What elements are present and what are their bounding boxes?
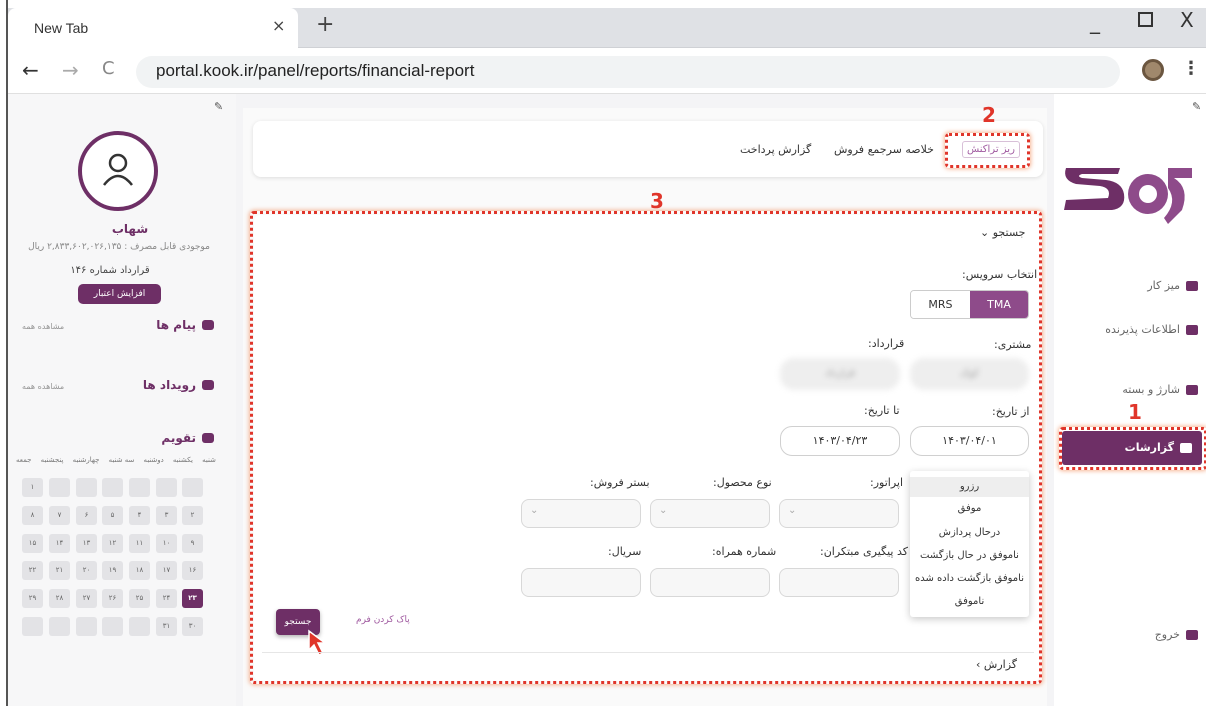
- nav-label: خروج: [1154, 628, 1180, 641]
- url-text[interactable]: portal.kook.ir/panel/reports/financial-r…: [156, 61, 474, 81]
- messages-title: پیام ها: [156, 318, 196, 332]
- annotation-number-1: 1: [1128, 400, 1142, 424]
- calendar-day[interactable]: ۴: [129, 506, 150, 525]
- calendar-day[interactable]: ۲: [182, 506, 203, 525]
- merchant-icon: [1186, 325, 1198, 335]
- window-close-icon[interactable]: X: [1180, 8, 1194, 32]
- calendar-day[interactable]: ۲۵: [129, 589, 150, 608]
- user-avatar-icon: [78, 131, 158, 211]
- increase-credit-button[interactable]: افزایش اعتبار: [78, 284, 161, 304]
- calendar-day[interactable]: ۳۰: [182, 617, 203, 636]
- calendar-day[interactable]: ۲۸: [49, 589, 70, 608]
- tab-payment-report[interactable]: گزارش پرداخت: [740, 143, 811, 156]
- calendar-day[interactable]: ۷: [49, 506, 70, 525]
- messages-see-all-link[interactable]: مشاهده همه: [22, 322, 64, 331]
- calendar-day[interactable]: [76, 617, 97, 636]
- weekday: شنبه: [202, 456, 216, 464]
- calendar-day[interactable]: ۳: [156, 506, 177, 525]
- logout-icon: [1186, 630, 1198, 640]
- contract-link[interactable]: قرارداد شماره ۱۴۶: [50, 265, 170, 276]
- user-name: شهاب: [111, 222, 149, 236]
- forward-icon[interactable]: →: [62, 58, 79, 82]
- calendar-day[interactable]: ۱۸: [129, 561, 150, 580]
- calendar-day[interactable]: [76, 478, 97, 497]
- calendar-day[interactable]: ۱۵: [22, 534, 43, 553]
- calendar-day[interactable]: ۲۳: [182, 589, 203, 608]
- calendar-day[interactable]: [182, 478, 203, 497]
- calendar-day[interactable]: ۳۱: [156, 617, 177, 636]
- annotation-box-3: [250, 211, 1042, 684]
- calendar-day[interactable]: ۲۴: [156, 589, 177, 608]
- weekday: پنجشنبه: [40, 456, 64, 464]
- calendar-day[interactable]: ۵: [102, 506, 123, 525]
- calendar-day[interactable]: [102, 617, 123, 636]
- calendar-day[interactable]: [129, 478, 150, 497]
- calendar-day[interactable]: ۱۰: [156, 534, 177, 553]
- calendar-day[interactable]: ۱: [22, 478, 43, 497]
- messages-icon: [202, 320, 214, 330]
- tab-close-icon[interactable]: ×: [272, 16, 285, 35]
- pin-icon[interactable]: ✎: [1192, 100, 1201, 113]
- events-bell-icon: [202, 380, 214, 390]
- calendar-day[interactable]: ۲۶: [102, 589, 123, 608]
- events-see-all-link[interactable]: مشاهده همه: [22, 382, 64, 391]
- calendar-day[interactable]: ۲۲: [22, 561, 43, 580]
- annotation-box-2: [945, 133, 1030, 168]
- balance-text: موجودی قابل مصرف : ۲,۸۳۳,۶۰۲,۰۲۶,۱۳۵ ریا…: [28, 242, 210, 252]
- calendar-day[interactable]: ۶: [76, 506, 97, 525]
- nav-charge-package[interactable]: شارژ و بسته: [1058, 383, 1198, 396]
- calendar-day[interactable]: [22, 617, 43, 636]
- calendar-day[interactable]: [156, 478, 177, 497]
- browser-menu-icon[interactable]: ⋮: [1182, 58, 1200, 79]
- calendar-day[interactable]: [49, 478, 70, 497]
- window-maximize-icon[interactable]: [1138, 12, 1153, 27]
- events-title: رویداد ها: [142, 378, 196, 392]
- weekday: جمعه: [16, 456, 32, 464]
- dashboard-icon: [1186, 281, 1198, 291]
- calendar-day[interactable]: ۱۷: [156, 561, 177, 580]
- nav-logout[interactable]: خروج: [1058, 628, 1198, 641]
- back-icon[interactable]: ←: [22, 58, 39, 82]
- calendar-day[interactable]: ۱۱: [129, 534, 150, 553]
- nav-label: شارژ و بسته: [1122, 383, 1180, 396]
- calendar-day[interactable]: ۱۲: [102, 534, 123, 553]
- window-border: [0, 0, 8, 706]
- reload-icon[interactable]: C: [102, 58, 115, 79]
- calendar-day[interactable]: ۱۳: [76, 534, 97, 553]
- calendar-weekdays: شنبه یکشنبه دوشنبه سه شنبه چهارشنبه پنجش…: [16, 456, 216, 464]
- calendar-day[interactable]: [129, 617, 150, 636]
- calendar-day[interactable]: ۲۷: [76, 589, 97, 608]
- weekday: دوشنبه: [143, 456, 164, 464]
- weekday: سه شنبه: [108, 456, 135, 464]
- calendar-day[interactable]: ۱۹: [102, 561, 123, 580]
- calendar-day[interactable]: ۱۴: [49, 534, 70, 553]
- nav-label: میز کار: [1147, 279, 1180, 292]
- calendar-day[interactable]: [49, 617, 70, 636]
- brand-logo: [1060, 158, 1196, 230]
- calendar-title: تقویم: [161, 431, 196, 445]
- calendar-icon: [202, 433, 214, 443]
- weekday: یکشنبه: [172, 456, 193, 464]
- calendar-day[interactable]: ۲۰: [76, 561, 97, 580]
- charge-icon: [1186, 385, 1198, 395]
- tab-sales-summary[interactable]: خلاصه سرجمع فروش: [834, 143, 934, 156]
- nav-dashboard[interactable]: میز کار: [1058, 279, 1198, 292]
- calendar-day[interactable]: ۸: [22, 506, 43, 525]
- nav-merchant-info[interactable]: اطلاعات پذیرنده: [1058, 323, 1198, 336]
- calendar-day[interactable]: ۱۶: [182, 561, 203, 580]
- profile-avatar-icon[interactable]: [1142, 59, 1164, 81]
- calendar-day[interactable]: ۲۹: [22, 589, 43, 608]
- nav-label: اطلاعات پذیرنده: [1105, 323, 1180, 336]
- pin-icon[interactable]: ✎: [214, 100, 223, 113]
- calendar-day[interactable]: ۲۱: [49, 561, 70, 580]
- annotation-number-2: 2: [982, 103, 996, 127]
- annotation-box-1: [1059, 427, 1206, 470]
- calendar-day[interactable]: ۹: [182, 534, 203, 553]
- calendar-day[interactable]: [102, 478, 123, 497]
- window-minimize-icon[interactable]: _: [1090, 10, 1100, 34]
- weekday: چهارشنبه: [72, 456, 100, 464]
- browser-tab-title[interactable]: New Tab: [34, 20, 88, 36]
- annotation-number-3: 3: [650, 189, 664, 213]
- new-tab-icon[interactable]: +: [316, 12, 334, 37]
